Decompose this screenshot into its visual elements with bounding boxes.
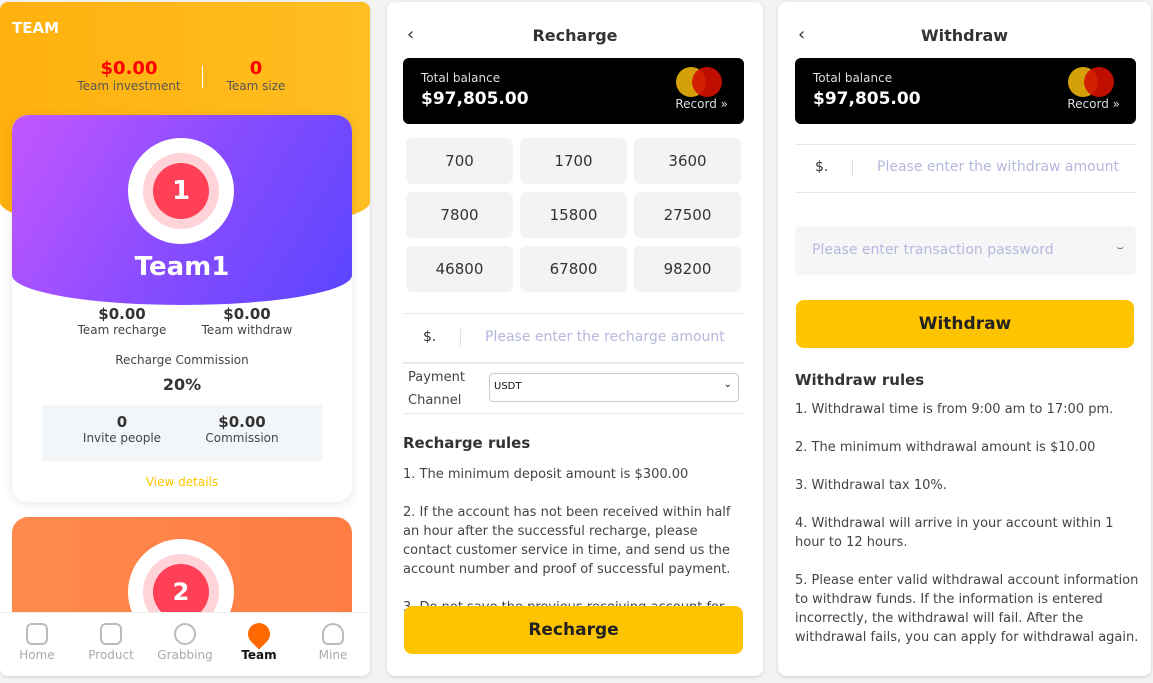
amount-grid: 700 1700 3600 7800 15800 27500 46800 67800 98200 [406, 138, 741, 292]
nav-label: Product [88, 648, 134, 662]
divider [202, 66, 203, 88]
balance-value: $97,805.00 [813, 89, 921, 109]
commission-rate-label: Recharge Commission [115, 353, 249, 367]
payment-channel-select[interactable]: USDT ⌄ [489, 373, 739, 402]
team-investment-value: $0.00 [100, 58, 158, 79]
bottom-nav: Home Product Grabbing Team Mine [0, 612, 370, 676]
balance-label: Total balance [813, 71, 893, 85]
amount-option[interactable]: 1700 [520, 138, 627, 184]
record-link[interactable]: Record » [675, 97, 728, 111]
card-logo-icon [1084, 67, 1114, 97]
team-screen: TEAM $0.00 Team investment 0 Team size 1… [0, 2, 370, 676]
currency-prefix: $. [815, 159, 829, 175]
user-icon [322, 623, 344, 645]
team-recharge-value: $0.00 [98, 305, 146, 323]
balance-card: Total balance $97,805.00 Record » [795, 58, 1136, 124]
page-title: TEAM [12, 19, 60, 37]
amount-option[interactable]: 46800 [406, 246, 513, 292]
withdraw-amount-input[interactable]: Please enter the withdraw amount [877, 159, 1119, 175]
rule-item: 1. Withdrawal time is from 9:00 am to 17… [795, 402, 1114, 417]
amount-option[interactable]: 3600 [634, 138, 741, 184]
card-logo-icon [692, 67, 722, 97]
nav-grabbing[interactable]: Grabbing [148, 613, 222, 676]
nav-label: Grabbing [157, 648, 213, 662]
rules-title: Withdraw rules [795, 371, 925, 389]
recharge-screen: ‹ Recharge Total balance $97,805.00 Reco… [387, 2, 763, 676]
invite-value: 0 [116, 413, 128, 431]
view-details-link[interactable]: View details [12, 475, 352, 489]
withdraw-screen: ‹ Withdraw Total balance $97,805.00 Reco… [778, 2, 1151, 676]
select-value: USDT [494, 381, 522, 392]
withdraw-button[interactable]: Withdraw [796, 300, 1134, 348]
amount-option[interactable]: 700 [406, 138, 513, 184]
rule-item: 2. The minimum withdrawal amount is $10.… [795, 440, 1096, 455]
channel-label: Channel [408, 393, 462, 408]
nav-label: Mine [318, 648, 348, 662]
team-recharge-label: Team recharge [77, 323, 167, 337]
rank-number: 1 [153, 163, 209, 219]
chevron-down-icon: ⌄ [723, 379, 732, 390]
commission-value: $0.00 [218, 413, 266, 431]
chart-icon [174, 623, 196, 645]
page-title: Withdraw [920, 26, 1009, 45]
box-icon [100, 623, 122, 645]
rule-item: 1. The minimum deposit amount is $300.00 [403, 467, 689, 482]
nav-home[interactable]: Home [0, 613, 74, 676]
team-investment-label: Team investment [77, 79, 181, 93]
team-name: Team1 [134, 252, 230, 282]
invite-label: Invite people [82, 431, 162, 445]
recharge-button[interactable]: Recharge [404, 606, 743, 654]
record-link[interactable]: Record » [1067, 97, 1120, 111]
team-withdraw-label: Team withdraw [201, 323, 293, 337]
commission-rate: 20% [162, 375, 202, 394]
amount-option[interactable]: 7800 [406, 192, 513, 238]
page-title: Recharge [532, 26, 618, 45]
nav-mine[interactable]: Mine [296, 613, 370, 676]
home-icon [26, 623, 48, 645]
rule-item: 4. Withdrawal will arrive in your accoun… [795, 516, 1114, 550]
recharge-amount-input[interactable]: Please enter the recharge amount [485, 329, 725, 345]
team-card-1[interactable]: 1 Team1 $0.00 Team recharge $0.00 Team wit… [12, 115, 352, 502]
team-size-value: 0 [249, 58, 263, 79]
balance-value: $97,805.00 [421, 89, 529, 109]
rule-item: 5. Please enter valid withdrawal account… [795, 573, 1139, 645]
team-size-label: Team size [226, 79, 286, 93]
rule-item: 2. If the account has not been received … [403, 505, 731, 577]
nav-label: Team [241, 648, 277, 662]
amount-option[interactable]: 98200 [634, 246, 741, 292]
channel-label: Payment [408, 370, 465, 385]
team-heart-icon [243, 618, 275, 650]
withdraw-rules: 1. Withdrawal time is from 9:00 am to 17… [795, 400, 1140, 666]
amount-option[interactable]: 27500 [634, 192, 741, 238]
nav-product[interactable]: Product [74, 613, 148, 676]
password-placeholder: Please enter transaction password [812, 242, 1054, 258]
nav-label: Home [19, 648, 55, 662]
balance-label: Total balance [421, 71, 501, 85]
amount-option[interactable]: 67800 [520, 246, 627, 292]
balance-card: Total balance $97,805.00 Record » [403, 58, 744, 124]
nav-team[interactable]: Team [222, 613, 296, 676]
commission-label: Commission [205, 431, 279, 445]
team-withdraw-value: $0.00 [223, 305, 271, 323]
eye-closed-icon[interactable]: ⌣ [1116, 240, 1124, 255]
currency-prefix: $. [423, 329, 437, 345]
transaction-password-input[interactable]: Please enter transaction password ⌣ [795, 226, 1136, 275]
rule-item: 3. Withdrawal tax 10%. [795, 478, 947, 493]
amount-option[interactable]: 15800 [520, 192, 627, 238]
rules-title: Recharge rules [403, 434, 531, 452]
